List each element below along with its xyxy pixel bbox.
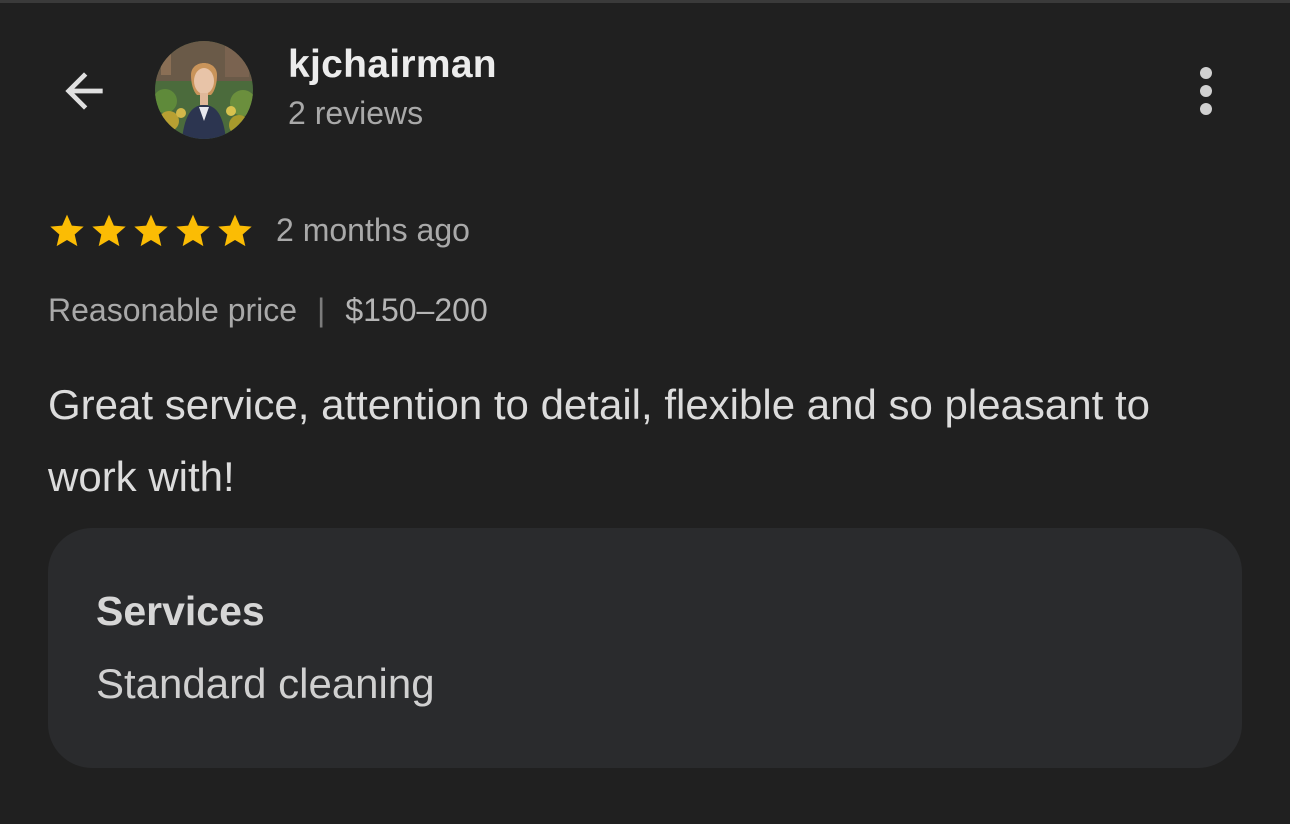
star-icon (218, 214, 252, 247)
arrow-back-icon (65, 72, 103, 110)
avatar[interactable] (155, 41, 253, 139)
price-info: Reasonable price | $150–200 (48, 292, 488, 329)
price-range: $150–200 (345, 292, 488, 328)
more-options-button[interactable] (1180, 59, 1232, 123)
star-icon (176, 214, 210, 247)
review-count: 2 reviews (288, 95, 424, 131)
star-icon (50, 214, 84, 247)
services-title: Services (96, 588, 265, 634)
services-card: Services Standard cleaning (48, 528, 1242, 768)
review-text: Great service, attention to detail, flex… (48, 381, 1150, 500)
avatar-photo (155, 41, 253, 139)
star-icon (134, 214, 168, 247)
more-vertical-icon (1200, 67, 1212, 115)
star-rating (47, 211, 255, 251)
back-button[interactable] (52, 59, 116, 123)
review-date: 2 months ago (276, 212, 470, 248)
review-detail-screen: kjchairman 2 reviews 2 months ago Reason… (0, 0, 1290, 824)
star-icon (92, 214, 126, 247)
price-separator: | (317, 292, 326, 328)
services-value: Standard cleaning (96, 660, 435, 707)
reviewer-name[interactable]: kjchairman (288, 43, 497, 87)
price-label: Reasonable price (48, 292, 298, 328)
